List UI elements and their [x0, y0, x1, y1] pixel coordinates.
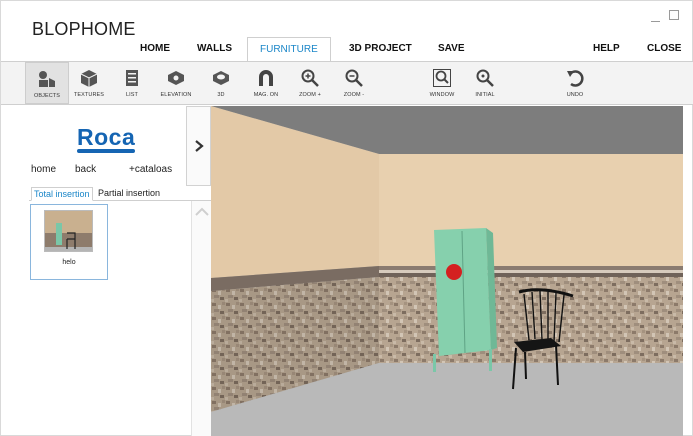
catalogs-link[interactable]: +cataloas: [129, 164, 172, 175]
menu-save[interactable]: SAVE: [438, 37, 465, 61]
catalog-panel: Roca home back +cataloas Total insertion…: [29, 106, 211, 436]
insertion-tabs: Total insertion Partial insertion: [29, 186, 211, 201]
tool-list[interactable]: LIST: [110, 62, 154, 104]
tool-zoom-in-label: ZOOM +: [299, 92, 321, 98]
item-list-scrollbar[interactable]: [191, 201, 211, 436]
item-name: helo: [62, 259, 76, 266]
tool-zoom-in[interactable]: ZOOM +: [288, 62, 332, 104]
tool-mag-on[interactable]: MAG. ON: [244, 62, 288, 104]
tool-textures[interactable]: TEXTURES: [67, 62, 111, 104]
tool-mag-on-label: MAG. ON: [253, 92, 279, 98]
3d-scene: [211, 106, 683, 436]
tool-zoom-out-label: ZOOM -: [343, 92, 365, 98]
app-window: BLOPHOME HOME WALLS FURNITURE 3D PROJECT…: [0, 0, 693, 436]
menu-3d-project[interactable]: 3D PROJECT: [349, 37, 412, 61]
tool-zoom-out[interactable]: ZOOM -: [332, 62, 376, 104]
catalog-links: home back +cataloas: [29, 164, 184, 180]
list-item[interactable]: helo: [30, 204, 108, 280]
home-link[interactable]: home: [31, 164, 56, 175]
item-list: helo: [29, 201, 191, 436]
zoom-window-icon: [433, 69, 451, 87]
undo-icon: [567, 70, 584, 87]
tool-list-label: LIST: [125, 92, 138, 98]
brand-logo-underline: [77, 149, 135, 153]
list-icon: [126, 70, 138, 86]
tab-total-insertion[interactable]: Total insertion: [31, 187, 93, 201]
menu-help[interactable]: HELP: [593, 37, 620, 61]
menu-furniture[interactable]: FURNITURE: [247, 37, 331, 62]
tool-3d-label: 3D: [217, 92, 225, 98]
maximize-button[interactable]: [669, 10, 679, 20]
menu-close[interactable]: CLOSE: [647, 37, 681, 61]
item-thumbnail: [44, 210, 93, 252]
magnet-icon: [259, 70, 273, 86]
brand-logo[interactable]: Roca: [77, 124, 135, 151]
zoom-in-icon: [301, 69, 319, 87]
tool-3d[interactable]: 3D: [199, 62, 243, 104]
zoom-out-icon: [345, 69, 363, 87]
tool-undo[interactable]: UNDO: [553, 62, 597, 104]
tab-partial-insertion[interactable]: Partial insertion: [98, 187, 160, 201]
3d-viewport[interactable]: [211, 106, 683, 436]
3d-icon: [213, 71, 229, 85]
tool-window[interactable]: WINDOW: [420, 62, 464, 104]
back-link[interactable]: back: [75, 164, 96, 175]
minimize-button[interactable]: [651, 21, 660, 22]
tool-initial-label: INITIAL: [475, 92, 495, 98]
tool-objects-label: OBJECTS: [33, 93, 61, 99]
tool-elevation[interactable]: ELEVATION: [154, 62, 198, 104]
catalog-header: Roca home back +cataloas: [29, 106, 182, 186]
next-catalog-button[interactable]: [186, 106, 211, 186]
chevron-up-icon[interactable]: [195, 207, 209, 216]
elevation-icon: [168, 71, 184, 85]
toolbar: OBJECTS TEXTURES LIST ELEVATION 3D MAG. …: [1, 61, 693, 105]
tool-objects[interactable]: OBJECTS: [25, 62, 69, 104]
objects-icon: [39, 71, 55, 87]
cube-icon: [80, 70, 98, 87]
main-menu: HOME WALLS FURNITURE 3D PROJECT SAVE HEL…: [1, 37, 693, 62]
tool-initial[interactable]: INITIAL: [463, 62, 507, 104]
tool-elevation-label: ELEVATION: [160, 92, 192, 98]
chevron-right-icon: [194, 140, 204, 152]
zoom-initial-icon: [476, 69, 494, 87]
tool-undo-label: UNDO: [566, 92, 584, 98]
tool-window-label: WINDOW: [429, 92, 455, 98]
menu-walls[interactable]: WALLS: [197, 37, 232, 61]
tool-textures-label: TEXTURES: [73, 92, 105, 98]
menu-home[interactable]: HOME: [140, 37, 170, 61]
